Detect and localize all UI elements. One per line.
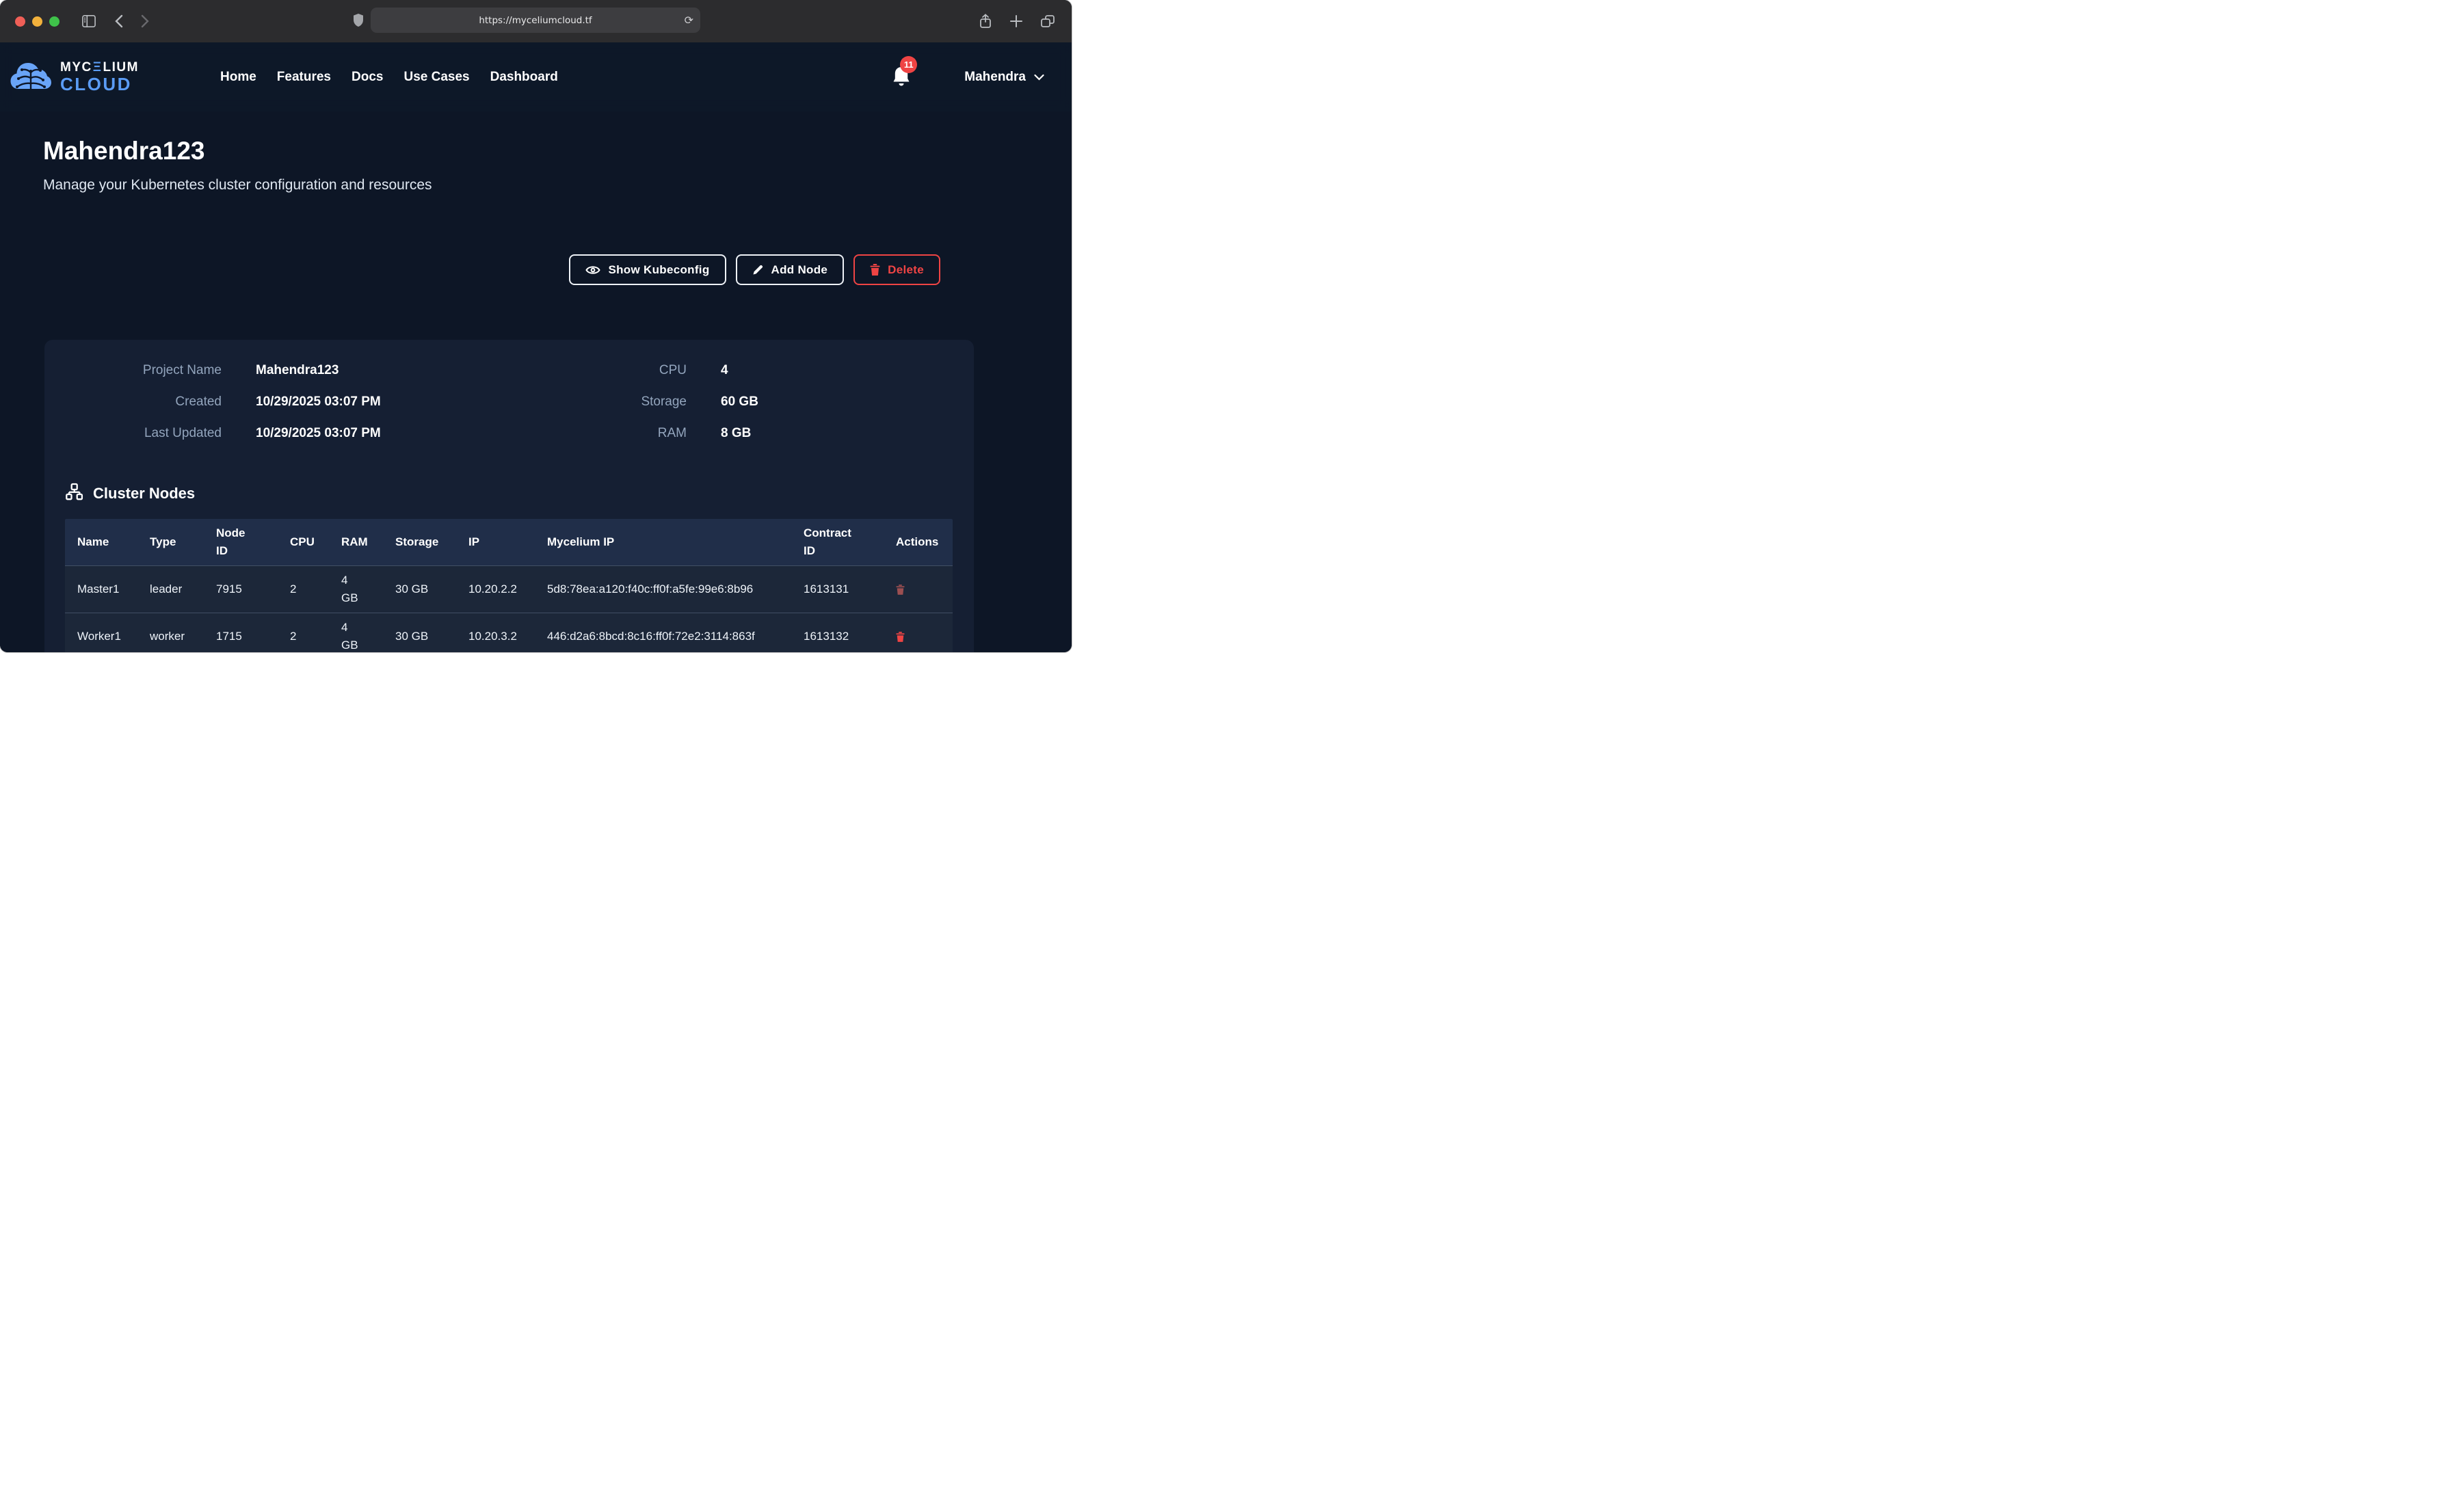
network-nodes-icon <box>65 483 83 505</box>
storage-value: 60 GB <box>721 394 953 410</box>
add-node-button[interactable]: Add Node <box>736 254 845 285</box>
close-window-button[interactable] <box>15 16 25 27</box>
node-mycelium-ip: 446:d2a6:8bcd:8c16:ff0f:72e2:3114:863f <box>535 613 791 652</box>
col-header-ip: IP <box>456 519 535 565</box>
node-ip: 10.20.3.2 <box>456 613 535 652</box>
sidebar-toggle-icon[interactable] <box>81 14 96 28</box>
brand-text: MYCΞLIUM CLOUD <box>60 61 139 93</box>
nav-link-features[interactable]: Features <box>277 70 331 85</box>
trash-icon <box>870 264 880 276</box>
delete-label: Delete <box>888 263 924 277</box>
node-id: 1715 <box>204 613 278 652</box>
table-row: Worker1 worker 1715 2 4 GB 30 GB 10.20.3… <box>65 613 953 652</box>
node-name: Master1 <box>65 566 137 613</box>
top-navbar: MYCΞLIUM CLOUD Home Features Docs Use Ca… <box>0 42 1072 111</box>
last-updated-value: 10/29/2025 03:07 PM <box>256 426 550 441</box>
delete-node-button[interactable] <box>896 632 905 642</box>
node-cpu: 2 <box>278 566 329 613</box>
node-cpu: 2 <box>278 613 329 652</box>
forward-button[interactable] <box>141 14 150 28</box>
table-row: Master1 leader 7915 2 4 GB 30 GB 10.20.2… <box>65 565 953 613</box>
col-header-name: Name <box>65 519 137 565</box>
show-kubeconfig-button[interactable]: Show Kubeconfig <box>569 254 726 285</box>
cluster-actions-row: Show Kubeconfig Add Node Delete <box>43 254 940 285</box>
notification-badge: 11 <box>900 56 917 73</box>
node-ram: 4 GB <box>329 613 383 652</box>
tab-overview-icon[interactable] <box>1040 14 1055 28</box>
ram-label: RAM <box>584 426 687 441</box>
col-header-cpu: CPU <box>278 519 329 565</box>
delete-cluster-button[interactable]: Delete <box>853 254 940 285</box>
node-contract-id: 1613132 <box>791 613 884 652</box>
cluster-nodes-header: Cluster Nodes <box>65 483 953 504</box>
user-menu[interactable]: Mahendra <box>964 70 1044 85</box>
col-header-mycelium-ip: Mycelium IP <box>535 519 791 565</box>
minimize-window-button[interactable] <box>32 16 42 27</box>
node-storage: 30 GB <box>383 613 456 652</box>
ram-value: 8 GB <box>721 426 953 441</box>
col-header-actions: Actions <box>884 519 953 565</box>
add-node-label: Add Node <box>771 263 828 277</box>
nav-link-docs[interactable]: Docs <box>352 70 383 85</box>
created-label: Created <box>65 394 222 410</box>
created-value: 10/29/2025 03:07 PM <box>256 394 550 410</box>
cluster-nodes-title: Cluster Nodes <box>93 485 195 503</box>
cpu-value: 4 <box>721 363 953 378</box>
brand-logo[interactable]: MYCΞLIUM CLOUD <box>10 57 215 96</box>
pencil-icon <box>752 264 764 276</box>
node-id: 7915 <box>204 566 278 613</box>
back-button[interactable] <box>114 14 123 28</box>
share-icon[interactable] <box>979 14 992 29</box>
reload-icon[interactable]: ⟳ <box>685 8 693 33</box>
new-tab-icon[interactable] <box>1010 15 1022 27</box>
node-ip: 10.20.2.2 <box>456 566 535 613</box>
table-header-row: Name Type Node ID CPU RAM Storage IP Myc… <box>65 519 953 565</box>
col-header-storage: Storage <box>383 519 456 565</box>
col-header-node-id: Node ID <box>204 519 278 565</box>
privacy-shield-icon <box>353 13 364 27</box>
address-bar[interactable]: https://myceliumcloud.tf ⟳ <box>371 8 700 33</box>
storage-label: Storage <box>584 394 687 410</box>
eye-icon <box>585 265 600 276</box>
mycelium-cloud-logo-icon <box>10 57 52 96</box>
node-mycelium-ip: 5d8:78ea:a120:f40c:ff0f:a5fe:99e6:8b96 <box>535 566 791 613</box>
nodes-table: Name Type Node ID CPU RAM Storage IP Myc… <box>65 519 953 652</box>
browser-window: https://myceliumcloud.tf ⟳ Mahendra123 <box>0 0 1072 652</box>
bell-icon <box>892 79 911 90</box>
project-name-value: Mahendra123 <box>256 363 550 378</box>
node-name: Worker1 <box>65 613 137 652</box>
main-content: Mahendra123 Manage your Kubernetes clust… <box>0 42 1072 652</box>
nav-link-dashboard[interactable]: Dashboard <box>490 70 558 85</box>
page-subtitle: Manage your Kubernetes cluster configura… <box>43 175 1072 196</box>
browser-chrome: https://myceliumcloud.tf ⟳ <box>0 0 1072 42</box>
user-name: Mahendra <box>964 70 1026 85</box>
page-title: Mahendra123 <box>43 135 1072 167</box>
notifications-button[interactable]: 11 <box>892 66 912 89</box>
url-text: https://myceliumcloud.tf <box>479 15 592 26</box>
node-type: leader <box>137 566 204 613</box>
col-header-ram: RAM <box>329 519 383 565</box>
node-storage: 30 GB <box>383 566 456 613</box>
nav-links: Home Features Docs Use Cases Dashboard <box>220 70 558 85</box>
cluster-info-grid: Project Name Mahendra123 CPU 4 Created 1… <box>65 355 953 449</box>
cluster-details-card: Project Name Mahendra123 CPU 4 Created 1… <box>44 340 974 652</box>
traffic-lights <box>15 16 59 27</box>
page: Mahendra123 Manage your Kubernetes clust… <box>0 42 1072 652</box>
delete-node-button[interactable] <box>896 585 905 595</box>
show-kubeconfig-label: Show Kubeconfig <box>608 263 709 277</box>
nav-link-use-cases[interactable]: Use Cases <box>403 70 469 85</box>
project-name-label: Project Name <box>65 363 222 378</box>
maximize-window-button[interactable] <box>49 16 59 27</box>
last-updated-label: Last Updated <box>65 426 222 441</box>
nav-link-home[interactable]: Home <box>220 70 256 85</box>
node-type: worker <box>137 613 204 652</box>
col-header-type: Type <box>137 519 204 565</box>
node-contract-id: 1613131 <box>791 566 884 613</box>
chevron-down-icon <box>1034 70 1044 85</box>
cpu-label: CPU <box>584 363 687 378</box>
col-header-contract-id: Contract ID <box>791 519 884 565</box>
node-ram: 4 GB <box>329 566 383 613</box>
